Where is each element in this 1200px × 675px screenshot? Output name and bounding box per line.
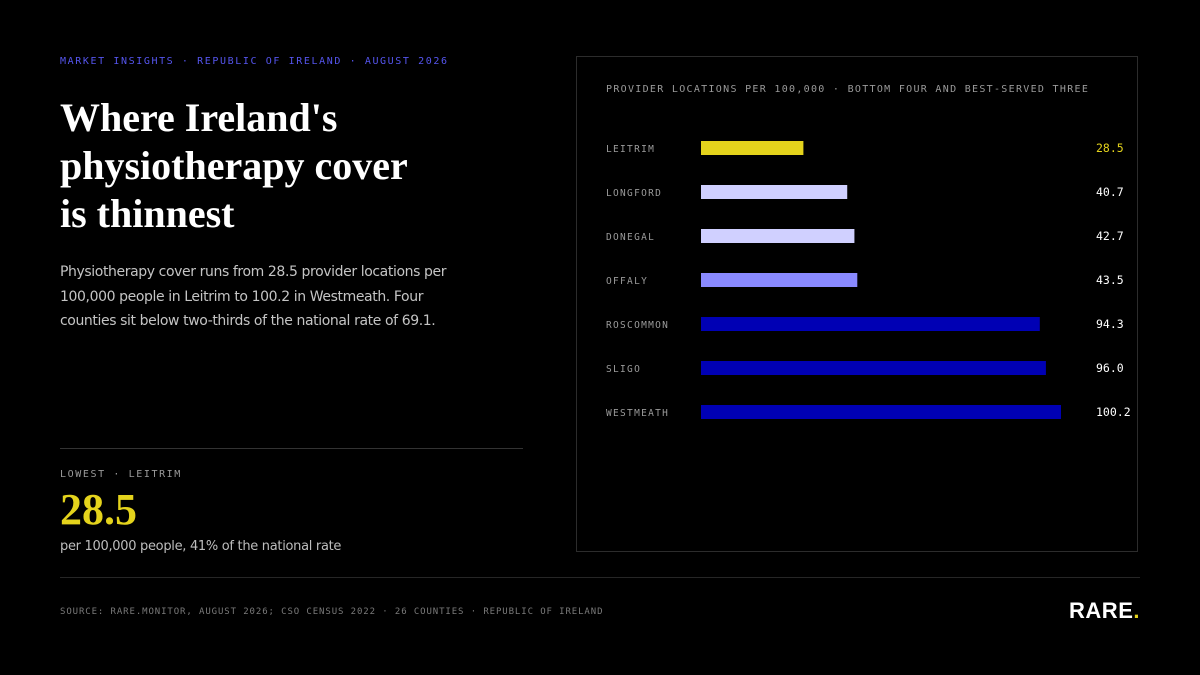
value-label: 40.7 [1096,185,1124,199]
stat-label: LOWEST · LEITRIM [60,469,182,480]
headline-line-3: is thinnest [60,191,235,236]
bar [701,141,804,155]
bar [701,405,1061,419]
headline: Where Ireland's physiotherapy cover is t… [60,94,530,238]
chart-panel: PROVIDER LOCATIONS PER 100,000 · BOTTOM … [576,56,1138,552]
stat-value: 28.5 [60,485,137,534]
dek-paragraph: Physiotherapy cover runs from 28.5 provi… [60,264,447,329]
headline-line-1: Where Ireland's [60,95,338,140]
brand-logo: RARE. [1069,598,1140,624]
value-label: 94.3 [1096,317,1124,331]
bar [701,317,1040,331]
bar [701,229,855,243]
category-label: DONEGAL [606,232,655,243]
bar [701,361,1046,375]
logo-text: RARE [1069,598,1134,623]
bar [701,273,858,287]
divider [60,448,523,449]
bar-chart: LEITRIM 28.5 LONGFORD 40.7 DONEGAL 42.7 OFFALY… [606,141,1131,419]
category-label: LONGFORD [606,188,662,199]
headline-line-2: physiotherapy cover [60,143,408,188]
value-label: 100.2 [1096,405,1131,419]
category-label: ROSCOMMON [606,320,669,331]
value-label: 96.0 [1096,361,1124,375]
source-note: SOURCE: RARE.MONITOR, AUGUST 2026; CSO C… [60,607,604,617]
value-label: 43.5 [1096,273,1124,287]
value-label: 42.7 [1096,229,1124,243]
stat-caption: per 100,000 people, 41% of the national … [60,539,342,554]
category-label: OFFALY [606,276,648,287]
logo-dot: . [1133,598,1140,623]
category-label: WESTMEATH [606,408,669,419]
footer-divider [60,577,1140,578]
value-label: 28.5 [1096,141,1124,155]
category-label: LEITRIM [606,144,655,155]
category-label: SLIGO [606,364,641,375]
bar [701,185,848,199]
eyebrow: MARKET INSIGHTS · REPUBLIC OF IRELAND · … [60,56,449,67]
